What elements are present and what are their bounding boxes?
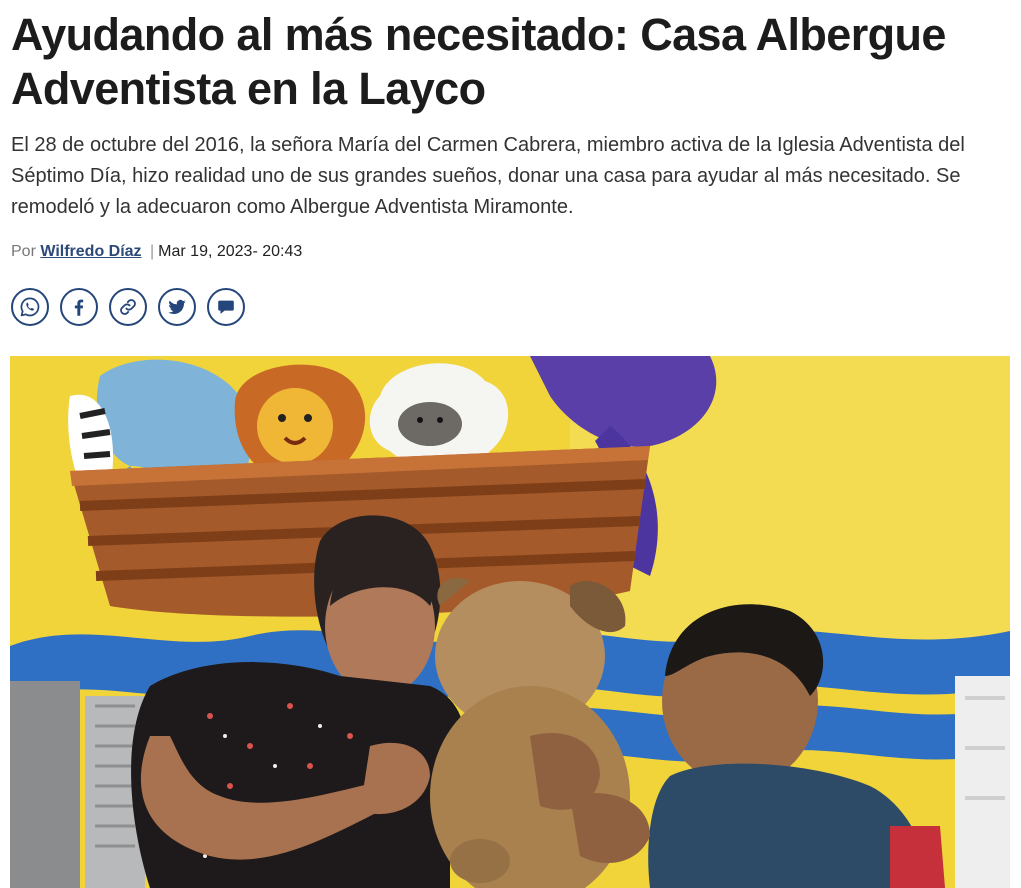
- share-bar: [11, 288, 245, 326]
- whatsapp-icon: [20, 297, 40, 317]
- facebook-icon: [74, 299, 84, 316]
- comment-icon: [218, 300, 234, 314]
- link-icon: [120, 299, 136, 315]
- article-headline: Ayudando al más necesitado: Casa Albergu…: [11, 9, 946, 114]
- byline-prefix: Por: [11, 243, 36, 260]
- byline-separator: |: [150, 243, 155, 260]
- article-photo: [10, 356, 1010, 888]
- byline: Por Wilfredo Díaz | Mar 19, 2023- 20:43: [11, 241, 302, 263]
- share-facebook-button[interactable]: [60, 288, 98, 326]
- article-lead: El 28 de octubre del 2016, la señora Mar…: [11, 134, 965, 218]
- share-link-button[interactable]: [109, 288, 147, 326]
- share-twitter-button[interactable]: [158, 288, 196, 326]
- author-link[interactable]: Wilfredo Díaz: [40, 243, 141, 260]
- twitter-icon: [168, 299, 186, 315]
- share-comment-button[interactable]: [207, 288, 245, 326]
- article: Ayudando al más necesitado: Casa Albergu…: [0, 0, 1021, 888]
- publish-date: Mar 19, 2023- 20:43: [158, 243, 303, 260]
- share-whatsapp-button[interactable]: [11, 288, 49, 326]
